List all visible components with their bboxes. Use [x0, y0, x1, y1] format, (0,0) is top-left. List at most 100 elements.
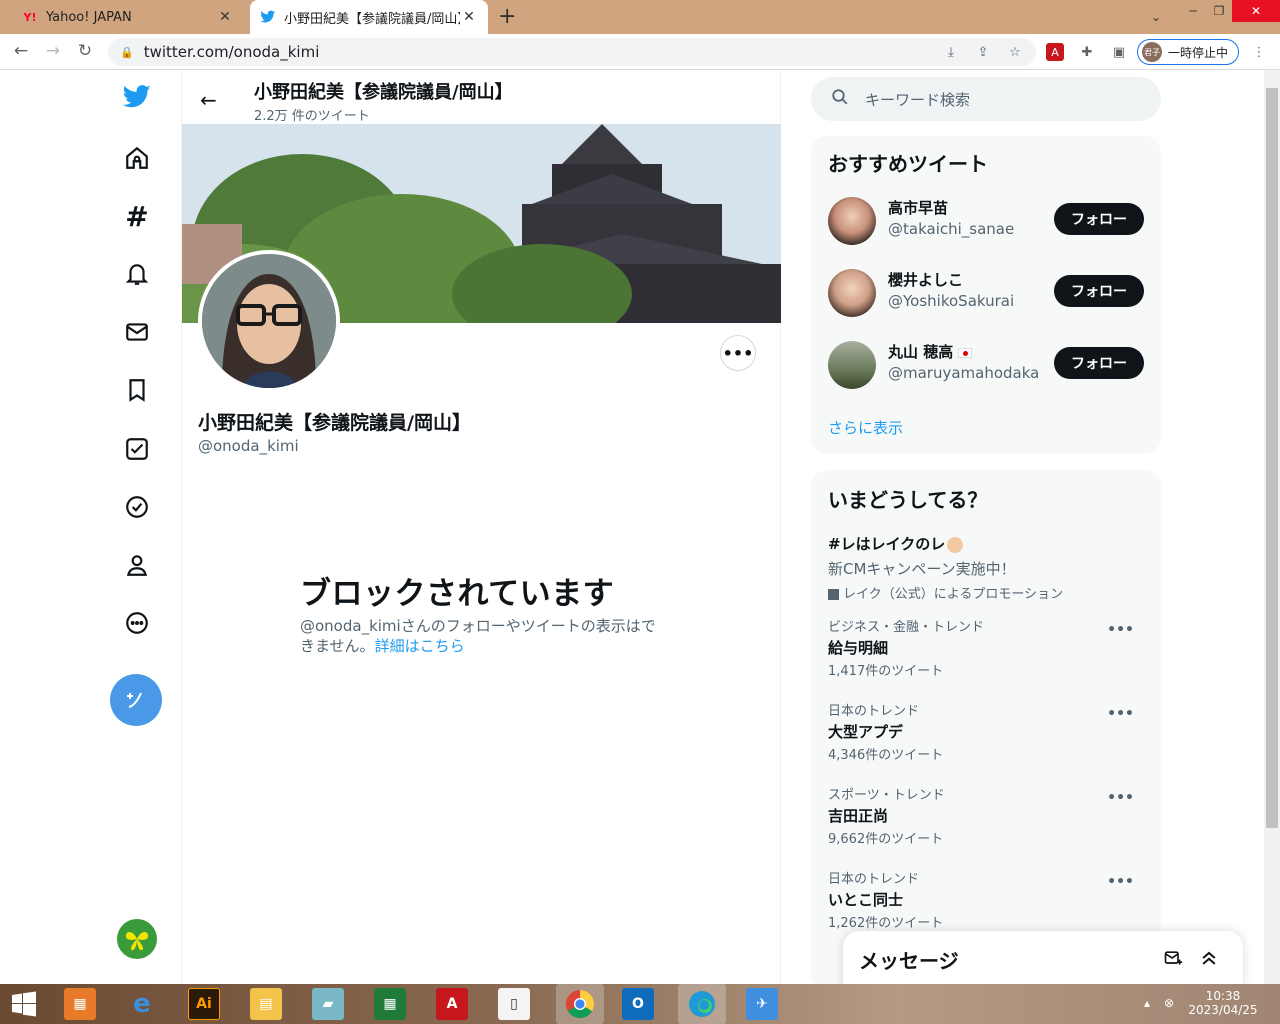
promoted-icon: [828, 589, 839, 600]
blocked-text: @onoda_kimiさんのフォローやツイートの表示はできません。: [300, 617, 656, 655]
excel-icon[interactable]: ▦: [374, 988, 406, 1020]
clock[interactable]: 10:38 2023/04/25: [1188, 989, 1258, 1017]
suggested-user[interactable]: 丸山 穂高 @maruyamahodaka フォロー: [828, 337, 1144, 393]
blocked-message: @onoda_kimiさんのフォローやツイートの表示はできません。詳細はこちら: [300, 616, 660, 656]
trend-more-icon[interactable]: •••: [1107, 622, 1134, 638]
close-window-icon[interactable]: ✕: [1232, 0, 1280, 22]
windows-taskbar: ▦ e Ai ▤ ▰ ▦ A ▯ O ✈ ▴ ⊗ 10:38 2023/04/2…: [0, 984, 1280, 1024]
profile-button[interactable]: 君子 一時停止中: [1137, 39, 1239, 65]
follow-button[interactable]: フォロー: [1054, 275, 1144, 307]
follow-button[interactable]: フォロー: [1054, 203, 1144, 235]
reload-icon[interactable]: ↻: [74, 41, 96, 61]
close-tab-icon[interactable]: ✕: [460, 9, 478, 25]
twitter-logo-icon[interactable]: [122, 82, 152, 112]
blocked-title: ブロックされています: [300, 576, 615, 612]
trend-item[interactable]: スポーツ・トレンド 吉田正尚 9,662件のツイート •••: [828, 788, 1144, 848]
trend-category: 日本のトレンド: [828, 872, 920, 887]
address-bar[interactable]: 🔒 twitter.com/onoda_kimi: [108, 38, 1036, 66]
trend-more-icon[interactable]: •••: [1107, 706, 1134, 722]
profile-more-button[interactable]: •••: [720, 335, 756, 371]
show-more-link[interactable]: さらに表示: [828, 417, 903, 438]
install-icon[interactable]: ⤓: [942, 43, 960, 61]
suggested-user[interactable]: 櫻井よしこ @YoshikoSakurai フォロー: [828, 265, 1144, 321]
twitter-blue-icon[interactable]: [122, 434, 152, 464]
browser-menu-icon[interactable]: ⋮: [1250, 43, 1268, 61]
profile-person-icon[interactable]: [122, 550, 152, 580]
user-handle: @YoshikoSakurai: [888, 292, 1015, 310]
side-panel-icon[interactable]: ▣: [1110, 43, 1128, 61]
windows-start-icon[interactable]: [8, 988, 40, 1020]
profile-avatar: 君子: [1142, 42, 1162, 62]
acrobat-extension-icon[interactable]: A: [1046, 43, 1064, 61]
notebook-icon[interactable]: ▰: [312, 988, 344, 1020]
url-text: twitter.com/onoda_kimi: [143, 43, 320, 61]
suggested-user[interactable]: 高市早苗 @takaichi_sanae フォロー: [828, 193, 1144, 249]
trend-item[interactable]: 日本のトレンド いとこ同士 1,262件のツイート •••: [828, 872, 1144, 932]
app-launcher-icon[interactable]: ▦: [64, 988, 96, 1020]
promo-title: #レはレイクのレ: [828, 534, 1144, 554]
airplane-app-icon[interactable]: ✈: [746, 988, 778, 1020]
acrobat-icon[interactable]: A: [436, 988, 468, 1020]
more-circle-icon[interactable]: [122, 608, 152, 638]
explore-hashtag-icon[interactable]: #: [122, 200, 152, 233]
trend-topic: 給与明細: [828, 639, 889, 657]
right-sidebar: キーワード検索 おすすめツイート 高市早苗 @takaichi_sanae フォ…: [811, 70, 1161, 984]
scrollbar-thumb[interactable]: [1266, 88, 1278, 828]
new-message-icon[interactable]: [1163, 948, 1183, 972]
document-viewer-icon[interactable]: ▯: [498, 988, 530, 1020]
trend-item[interactable]: ビジネス・金融・トレンド 給与明細 1,417件のツイート •••: [828, 620, 1144, 680]
trend-count: 1,262件のツイート: [828, 916, 944, 931]
share-icon[interactable]: ⇪: [974, 43, 992, 61]
expand-chevrons-icon[interactable]: [1199, 948, 1219, 972]
file-explorer-icon[interactable]: ▤: [250, 988, 282, 1020]
bookmarks-icon[interactable]: [122, 375, 152, 405]
learn-more-link[interactable]: 詳細はこちら: [375, 637, 465, 655]
trend-more-icon[interactable]: •••: [1107, 874, 1134, 890]
minimize-icon[interactable]: ─: [1180, 0, 1206, 22]
notifications-bell-icon[interactable]: [122, 259, 152, 289]
trend-category: 日本のトレンド: [828, 704, 920, 719]
user-name: 高市早苗: [888, 199, 949, 217]
tray-status-icon[interactable]: ⊗: [1164, 996, 1174, 1010]
tray-chevron-icon[interactable]: ▴: [1144, 996, 1150, 1010]
follow-button[interactable]: フォロー: [1054, 347, 1144, 379]
internet-explorer-icon[interactable]: e: [126, 988, 158, 1020]
trend-topic: 大型アプデ: [828, 723, 904, 741]
trends-title: いまどうしてる？: [828, 488, 988, 512]
close-tab-icon[interactable]: ✕: [216, 9, 234, 25]
messages-envelope-icon[interactable]: [122, 317, 152, 347]
chrome-icon[interactable]: [556, 984, 604, 1024]
tab-search-icon[interactable]: ⌄: [1146, 6, 1166, 28]
extensions-puzzle-icon[interactable]: ✚: [1078, 43, 1096, 61]
restore-icon[interactable]: ❐: [1206, 0, 1232, 22]
clock-date: 2023/04/25: [1188, 1003, 1258, 1017]
new-tab-button[interactable]: +: [498, 4, 516, 29]
compose-tweet-button[interactable]: [110, 674, 162, 726]
profile-avatar-image[interactable]: [198, 250, 340, 392]
promoted-trend[interactable]: #レはレイクのレ 新CMキャンペーン実施中！ レイク（公式）によるプロモーション: [828, 532, 1144, 602]
messages-title: メッセージ: [859, 949, 959, 973]
verified-icon[interactable]: [122, 492, 152, 522]
search-input[interactable]: キーワード検索: [811, 77, 1161, 121]
tab-twitter-profile[interactable]: 小野田紀美【参議院議員/岡山】( ✕: [250, 0, 488, 34]
account-avatar[interactable]: [117, 919, 157, 959]
back-icon[interactable]: ←: [10, 41, 32, 61]
tab-yahoo-japan[interactable]: Y! Yahoo! JAPAN ✕: [12, 0, 244, 34]
lock-icon: 🔒: [120, 45, 134, 59]
forward-icon[interactable]: →: [42, 41, 64, 61]
bookmark-star-icon[interactable]: ☆: [1006, 43, 1024, 61]
messages-drawer[interactable]: メッセージ: [843, 931, 1243, 986]
home-icon[interactable]: [122, 143, 152, 173]
trend-more-icon[interactable]: •••: [1107, 790, 1134, 806]
user-avatar: [828, 197, 876, 245]
profile-status: 一時停止中: [1168, 45, 1229, 60]
page-scrollbar[interactable]: [1264, 70, 1280, 984]
edge-icon[interactable]: [678, 984, 726, 1024]
illustrator-icon[interactable]: Ai: [188, 988, 220, 1020]
outlook-icon[interactable]: O: [622, 988, 654, 1020]
trend-item[interactable]: 日本のトレンド 大型アプデ 4,346件のツイート •••: [828, 704, 1144, 764]
who-to-follow-panel: おすすめツイート 高市早苗 @takaichi_sanae フォロー 櫻井よしこ…: [811, 136, 1161, 454]
user-handle: @maruyamahodaka: [888, 364, 1040, 382]
back-arrow-icon[interactable]: ←: [200, 88, 217, 112]
trend-category: スポーツ・トレンド: [828, 788, 945, 803]
